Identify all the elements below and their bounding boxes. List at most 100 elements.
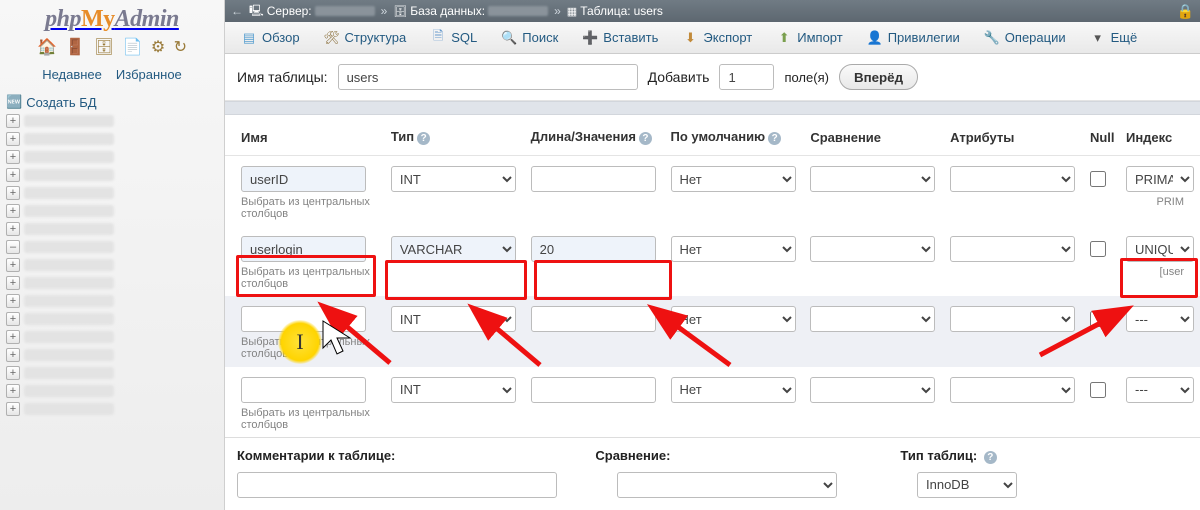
db-tree-item[interactable]: +	[6, 292, 220, 310]
db-tree-item[interactable]: +	[6, 346, 220, 364]
recent-tab[interactable]: Недавнее	[42, 67, 102, 82]
column-collation-select[interactable]	[810, 306, 935, 332]
tab-privileges[interactable]: 👤Привилегии	[857, 26, 970, 50]
home-icon[interactable]: 🏠	[37, 39, 57, 56]
expand-icon[interactable]: +	[6, 186, 20, 200]
db-tree-item[interactable]: +	[6, 274, 220, 292]
expand-icon[interactable]: +	[6, 114, 20, 128]
help-icon[interactable]: ?	[417, 132, 430, 145]
column-attributes-select[interactable]	[950, 166, 1075, 192]
reload-icon[interactable]: ↻	[174, 39, 187, 56]
db-tree-item[interactable]: +	[6, 130, 220, 148]
create-db-link[interactable]: 🆕 Создать БД	[6, 92, 220, 112]
expand-icon[interactable]: +	[6, 276, 20, 290]
column-name-input[interactable]	[241, 236, 366, 262]
db-tree-item[interactable]: +	[6, 112, 220, 130]
help-icon[interactable]: ?	[639, 132, 652, 145]
column-index-select[interactable]: ---	[1126, 306, 1194, 332]
column-length-input[interactable]	[531, 166, 656, 192]
tab-more[interactable]: ▾Ещё	[1080, 26, 1148, 50]
db-tree-item[interactable]: +	[6, 256, 220, 274]
expand-icon[interactable]: +	[6, 258, 20, 272]
expand-icon[interactable]: +	[6, 402, 20, 416]
help-icon[interactable]: ?	[984, 451, 997, 464]
tab-export[interactable]: ⬇Экспорт	[672, 26, 762, 50]
column-collation-select[interactable]	[810, 166, 935, 192]
column-length-input[interactable]	[531, 306, 656, 332]
lock-icon[interactable]: 🔒	[1177, 3, 1194, 20]
column-length-input[interactable]	[531, 236, 656, 262]
breadcrumb-server[interactable]: 🖳 Сервер:	[249, 2, 375, 21]
db-tree-item[interactable]: +	[6, 220, 220, 238]
column-index-select[interactable]: ---	[1126, 377, 1194, 403]
docs-icon[interactable]: 📄	[122, 39, 142, 56]
go-button[interactable]: Вперёд	[839, 64, 918, 90]
column-collation-select[interactable]	[810, 377, 935, 403]
gear-icon[interactable]: ⚙	[151, 39, 165, 56]
sql-icon[interactable]: 🗄	[94, 39, 114, 56]
column-index-select[interactable]: PRIMARY	[1126, 166, 1194, 192]
column-index-select[interactable]: UNIQUE	[1126, 236, 1194, 262]
column-default-select[interactable]: Нет	[671, 166, 796, 192]
central-columns-hint[interactable]: Выбрать из центральных столбцов	[241, 266, 379, 290]
central-columns-hint[interactable]: Выбрать из центральных столбцов	[241, 196, 379, 220]
column-attributes-select[interactable]	[950, 377, 1075, 403]
breadcrumb-database[interactable]: 🗄 База данных:	[393, 4, 548, 18]
expand-icon[interactable]: +	[6, 222, 20, 236]
logout-icon[interactable]: 🚪	[65, 39, 85, 56]
db-tree-item[interactable]: +	[6, 382, 220, 400]
tab-operations[interactable]: 🔧Операции	[974, 26, 1076, 50]
column-attributes-select[interactable]	[950, 306, 1075, 332]
db-tree-item[interactable]: +	[6, 310, 220, 328]
expand-icon[interactable]: +	[6, 366, 20, 380]
column-null-checkbox[interactable]	[1090, 171, 1106, 187]
expand-icon[interactable]: +	[6, 348, 20, 362]
tab-insert[interactable]: ➕Вставить	[572, 26, 668, 50]
column-name-input[interactable]	[241, 166, 366, 192]
breadcrumb-table[interactable]: ▦ Таблица: users	[567, 4, 663, 18]
column-attributes-select[interactable]	[950, 236, 1075, 262]
storage-engine-select[interactable]: InnoDB	[917, 472, 1017, 498]
db-tree-item[interactable]: +	[6, 400, 220, 418]
column-type-select[interactable]: INT	[391, 377, 516, 403]
column-type-select[interactable]: INT	[391, 166, 516, 192]
column-name-input[interactable]	[241, 377, 366, 403]
expand-icon[interactable]: +	[6, 204, 20, 218]
expand-icon[interactable]: +	[6, 150, 20, 164]
help-icon[interactable]: ?	[768, 132, 781, 145]
column-type-select[interactable]: INT	[391, 306, 516, 332]
table-name-input[interactable]	[338, 64, 638, 90]
db-tree-item[interactable]: +	[6, 364, 220, 382]
collapse-icon[interactable]: –	[6, 240, 20, 254]
db-tree-item[interactable]: +	[6, 202, 220, 220]
tab-structure[interactable]: 🛠Структура	[314, 26, 417, 50]
column-default-select[interactable]: Нет	[671, 306, 796, 332]
column-type-select[interactable]: VARCHAR	[391, 236, 516, 262]
tab-sql[interactable]: 🗎SQL	[420, 23, 487, 53]
table-comments-input[interactable]	[237, 472, 557, 498]
tab-search[interactable]: 🔍Поиск	[491, 26, 568, 50]
db-tree-item[interactable]: +	[6, 148, 220, 166]
expand-icon[interactable]: +	[6, 132, 20, 146]
favorites-tab[interactable]: Избранное	[116, 67, 182, 82]
tab-import[interactable]: ⬆Импорт	[766, 26, 852, 50]
table-collation-select[interactable]	[617, 472, 837, 498]
tab-browse[interactable]: ▤Обзор	[231, 26, 310, 50]
column-name-input[interactable]	[241, 306, 366, 332]
column-null-checkbox[interactable]	[1090, 382, 1106, 398]
expand-icon[interactable]: +	[6, 384, 20, 398]
db-tree-item[interactable]: +	[6, 328, 220, 346]
db-tree-item[interactable]: –	[6, 238, 220, 256]
central-columns-hint[interactable]: Выбрать из центральных столбцов	[241, 336, 379, 360]
db-tree-item[interactable]: +	[6, 184, 220, 202]
column-length-input[interactable]	[531, 377, 656, 403]
expand-icon[interactable]: +	[6, 294, 20, 308]
expand-icon[interactable]: +	[6, 168, 20, 182]
column-default-select[interactable]: Нет	[671, 236, 796, 262]
add-columns-count-input[interactable]	[719, 64, 774, 90]
expand-icon[interactable]: +	[6, 330, 20, 344]
column-null-checkbox[interactable]	[1090, 241, 1106, 257]
column-default-select[interactable]: Нет	[671, 377, 796, 403]
expand-icon[interactable]: +	[6, 312, 20, 326]
central-columns-hint[interactable]: Выбрать из центральных столбцов	[241, 407, 379, 431]
